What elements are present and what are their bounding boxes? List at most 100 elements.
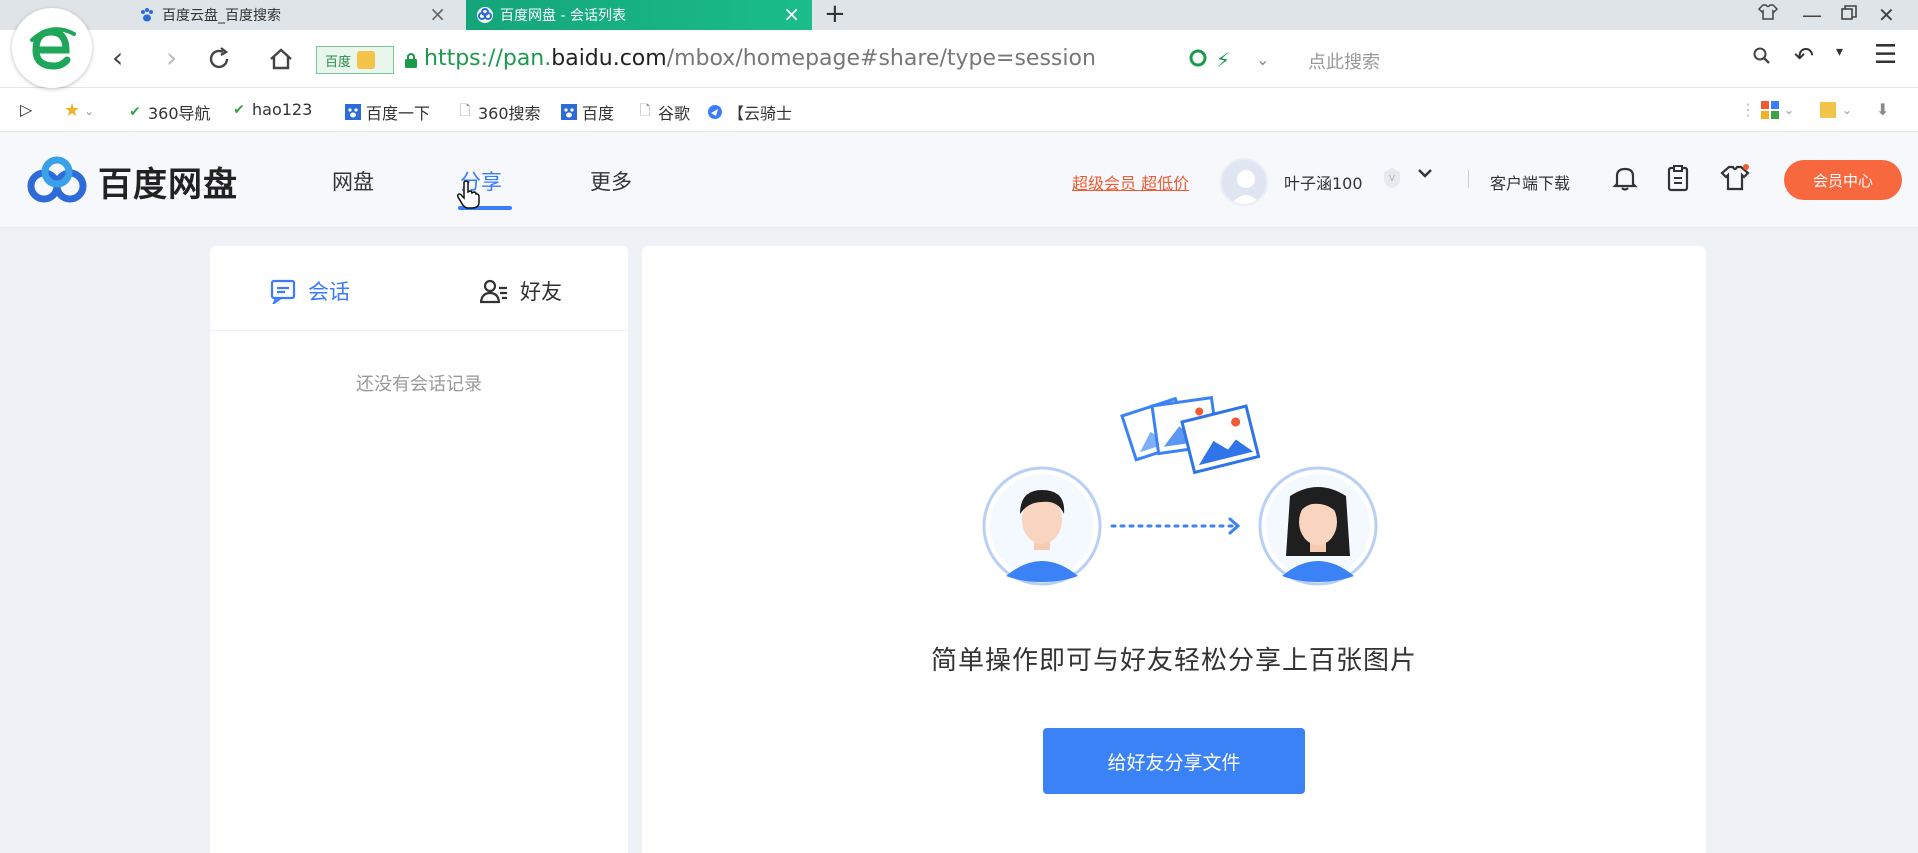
pan-header: 百度网盘 网盘 分享 更多 超级会员 超低价 叶子涵100 V 客户端下载 会员… [0, 132, 1918, 228]
avatar[interactable] [1220, 158, 1268, 206]
search-icon[interactable] [1752, 46, 1772, 70]
bookmarks-bar: ▷ ★ ⌄ ✔ 360导航 ✔ hao123 百度一下 🗋 360搜索 百度 🗋 … [0, 88, 1918, 132]
share-intro-text: 简单操作即可与好友轻松分享上百张图片 [930, 646, 1417, 676]
bookmark-hao123[interactable]: ✔ hao123 [230, 100, 312, 119]
baidu-paw-icon [344, 103, 362, 121]
bookmark-baidu[interactable]: 百度 [560, 100, 614, 124]
user-menu-chevron-icon[interactable] [1416, 164, 1434, 187]
bookmark-label: hao123 [252, 100, 313, 119]
browser-logo[interactable] [12, 8, 92, 88]
bookmark-label: 百度 [582, 104, 615, 123]
header-divider [1468, 170, 1469, 188]
close-window-icon[interactable]: ✕ [1878, 2, 1895, 28]
sidebar-toggle-icon[interactable]: ▷ [20, 100, 32, 119]
apps-icon[interactable]: ⌄ [1760, 100, 1794, 120]
close-tab-icon[interactable]: × [783, 4, 800, 24]
empty-sessions-text: 还没有会话记录 [356, 374, 482, 395]
pan-logo-text: 百度网盘 [98, 164, 238, 205]
restore-icon[interactable] [1840, 2, 1858, 28]
bookmark-label: 360导航 [148, 104, 211, 123]
tab-divider [210, 330, 628, 331]
browser-tab-baidu-search[interactable]: 百度云盘_百度搜索 × [128, 0, 458, 30]
url-scheme: https://pan. [424, 46, 552, 71]
bookmark-label: 谷歌 [658, 104, 691, 123]
address-bar[interactable]: 百度 https://pan.baidu.com/mbox/homepage#s… [316, 42, 1816, 78]
client-download-link[interactable]: 客户端下载 [1490, 170, 1570, 194]
tab-friends[interactable]: 好友 [480, 276, 562, 306]
notes-icon[interactable]: ⌄ [1818, 100, 1852, 120]
engine-switch-icon [357, 51, 376, 69]
man-avatar-icon [982, 466, 1102, 586]
refresh-icon[interactable] [206, 46, 232, 77]
hand-cursor-icon [456, 180, 480, 209]
url-path: /mbox/homepage#share/type=session [666, 46, 1096, 71]
share-arrow-icon [1110, 517, 1241, 535]
browser-toolbar: ‹ › 百度 https://pan.baidu.com/mbox/homepa… [0, 30, 1918, 88]
vip-badge-icon: V [1384, 168, 1400, 188]
security-shield-icon[interactable] [1188, 48, 1208, 73]
forward-icon[interactable]: › [166, 44, 177, 72]
minimize-icon[interactable]: — [1802, 2, 1822, 28]
back-icon[interactable]: ‹ [112, 44, 123, 72]
url-domain: baidu.com [551, 46, 667, 71]
share-file-button[interactable]: 给好友分享文件 [1043, 728, 1305, 794]
undo-close-tab-icon[interactable]: ↶ [1794, 42, 1814, 70]
lock-icon [405, 53, 417, 68]
bookmark-baidu-yixia[interactable]: 百度一下 [344, 100, 430, 124]
share-illustration [982, 396, 1378, 586]
tab-title: 百度网盘 - 会话列表 [500, 8, 626, 24]
bookmark-yunqishi[interactable]: 【云骑士 [706, 100, 792, 124]
url-text[interactable]: https://pan.baidu.com/mbox/homepage#shar… [424, 46, 1096, 71]
download-icon[interactable]: ⬇ [1876, 100, 1889, 119]
bookmark-label: 【云骑士 [728, 104, 793, 123]
tab-sessions[interactable]: 会话 [270, 276, 350, 306]
nav-more[interactable]: 更多 [590, 166, 632, 196]
photos-icon [1120, 396, 1261, 475]
tab-title: 百度云盘_百度搜索 [162, 8, 281, 24]
bookmarks-overflow-icon[interactable]: ⋮ [1740, 100, 1756, 119]
favorites-icon[interactable]: ★ ⌄ [64, 100, 94, 121]
baidu-pan-icon [476, 6, 494, 24]
friends-icon [480, 278, 508, 304]
nav-wangpan[interactable]: 网盘 [332, 166, 374, 196]
new-tab-button[interactable]: + [824, 0, 846, 28]
home-icon[interactable] [268, 46, 294, 77]
page-icon: 🗋 [639, 103, 651, 119]
baidu-pan-logo-icon [27, 156, 87, 203]
browser-tab-baidu-pan[interactable]: 百度网盘 - 会话列表 × [466, 0, 812, 30]
cloud-icon [706, 103, 724, 121]
tab-label: 会话 [308, 280, 350, 304]
woman-avatar-icon [1258, 466, 1378, 586]
user-avatar-icon [1231, 170, 1261, 204]
browser-tab-bar: 百度云盘_百度搜索 × 百度网盘 - 会话列表 × + — ✕ [0, 0, 1918, 30]
speed-mode-icon[interactable]: ⚡ [1216, 48, 1230, 72]
search-engine-badge[interactable]: 百度 [316, 46, 394, 74]
vip-promo-link[interactable]: 超级会员 超低价 [1072, 170, 1189, 194]
menu-icon[interactable]: ☰ [1874, 40, 1897, 70]
360-browser-e-icon [30, 27, 76, 70]
hao123-icon: ✔ [233, 101, 245, 118]
search-input[interactable]: 点此搜索 [1308, 48, 1380, 74]
close-tab-icon[interactable]: × [429, 4, 446, 24]
bookmark-360-search[interactable]: 🗋 360搜索 [456, 100, 540, 124]
skin-icon[interactable] [1757, 2, 1779, 28]
bookmark-label: 百度一下 [366, 104, 431, 123]
tab-label: 好友 [520, 280, 562, 304]
clipboard-icon[interactable] [1666, 164, 1690, 196]
username[interactable]: 叶子涵100 [1284, 170, 1363, 194]
conversation-panel: 会话 好友 还没有会话记录 [210, 246, 628, 853]
bookmark-360-nav[interactable]: ✔ 360导航 [126, 100, 211, 124]
baidu-paw-icon [138, 6, 156, 24]
page-icon: 🗋 [459, 103, 471, 119]
address-dropdown-icon[interactable]: ⌄ [1256, 50, 1269, 69]
undo-dropdown-icon[interactable]: ▾ [1836, 44, 1843, 60]
member-center-button[interactable]: 会员中心 [1784, 160, 1902, 200]
bell-icon[interactable] [1612, 164, 1638, 196]
theme-shirt-icon[interactable] [1720, 164, 1752, 196]
bookmark-google[interactable]: 🗋 谷歌 [636, 100, 690, 124]
pan-logo[interactable]: 百度网盘 [26, 156, 238, 206]
svg-text:V: V [1389, 174, 1395, 183]
360-icon: ✔ [129, 104, 141, 120]
share-main-panel: 简单操作即可与好友轻松分享上百张图片 给好友分享文件 [642, 246, 1706, 853]
search-engine-label: 百度 [325, 54, 352, 70]
